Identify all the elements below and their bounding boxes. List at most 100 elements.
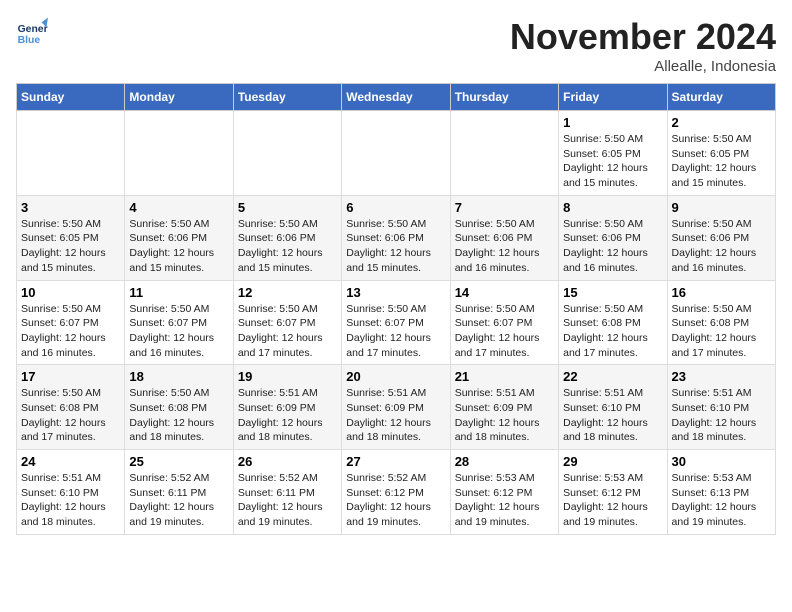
day-cell xyxy=(450,111,558,196)
day-cell: 26Sunrise: 5:52 AM Sunset: 6:11 PM Dayli… xyxy=(233,450,341,535)
header-monday: Monday xyxy=(125,84,233,111)
day-cell: 2 Sunrise: 5:50 AM Sunset: 6:05 PM Daylig… xyxy=(667,111,775,196)
day-number: 25 xyxy=(129,454,228,469)
week-row-3: 17 Sunrise: 5:50 AM Sunset: 6:08 PM Dayli… xyxy=(17,365,776,450)
day-info: Sunrise: 5:52 AM Sunset: 6:12 PM Dayligh… xyxy=(346,471,445,530)
day-number: 13 xyxy=(346,285,445,300)
day-number: 27 xyxy=(346,454,445,469)
page-header: General Blue November 2024 Allealle, Ind… xyxy=(16,16,776,75)
day-cell: 3 Sunrise: 5:50 AM Sunset: 6:05 PM Daylig… xyxy=(17,195,125,280)
header-wednesday: Wednesday xyxy=(342,84,450,111)
day-number: 29 xyxy=(563,454,662,469)
day-info: Sunrise: 5:50 AM Sunset: 6:06 PM Dayligh… xyxy=(346,217,445,276)
day-info: Sunrise: 5:50 AM Sunset: 6:06 PM Dayligh… xyxy=(563,217,662,276)
day-info: Sunrise: 5:50 AM Sunset: 6:05 PM Dayligh… xyxy=(672,132,771,191)
logo-icon: General Blue xyxy=(16,16,48,48)
day-info: Sunrise: 5:53 AM Sunset: 6:13 PM Dayligh… xyxy=(672,471,771,530)
day-number: 26 xyxy=(238,454,337,469)
svg-text:General: General xyxy=(18,24,48,35)
header-sunday: Sunday xyxy=(17,84,125,111)
day-number: 3 xyxy=(21,200,120,215)
day-cell: 24 Sunrise: 5:51 AM Sunset: 6:10 PM Dayli… xyxy=(17,450,125,535)
day-info: Sunrise: 5:50 AM Sunset: 6:07 PM Dayligh… xyxy=(455,302,554,361)
day-cell: 19 Sunrise: 5:51 AM Sunset: 6:09 PM Dayli… xyxy=(233,365,341,450)
header-saturday: Saturday xyxy=(667,84,775,111)
day-cell: 1 Sunrise: 5:50 AM Sunset: 6:05 PM Daylig… xyxy=(559,111,667,196)
calendar-table: SundayMondayTuesdayWednesdayThursdayFrid… xyxy=(16,83,776,535)
day-number: 12 xyxy=(238,285,337,300)
day-number: 2 xyxy=(672,115,771,130)
day-info: Sunrise: 5:50 AM Sunset: 6:07 PM Dayligh… xyxy=(21,302,120,361)
day-info: Sunrise: 5:50 AM Sunset: 6:05 PM Dayligh… xyxy=(563,132,662,191)
day-cell: 6 Sunrise: 5:50 AM Sunset: 6:06 PM Daylig… xyxy=(342,195,450,280)
day-cell: 7 Sunrise: 5:50 AM Sunset: 6:06 PM Daylig… xyxy=(450,195,558,280)
day-info: Sunrise: 5:51 AM Sunset: 6:09 PM Dayligh… xyxy=(346,386,445,445)
day-info: Sunrise: 5:50 AM Sunset: 6:07 PM Dayligh… xyxy=(129,302,228,361)
svg-text:Blue: Blue xyxy=(18,35,41,46)
day-info: Sunrise: 5:50 AM Sunset: 6:06 PM Dayligh… xyxy=(672,217,771,276)
day-cell: 21 Sunrise: 5:51 AM Sunset: 6:09 PM Dayli… xyxy=(450,365,558,450)
day-cell: 9 Sunrise: 5:50 AM Sunset: 6:06 PM Daylig… xyxy=(667,195,775,280)
location: Allealle, Indonesia xyxy=(510,58,776,75)
day-cell xyxy=(125,111,233,196)
day-cell: 17 Sunrise: 5:50 AM Sunset: 6:08 PM Dayli… xyxy=(17,365,125,450)
day-number: 23 xyxy=(672,369,771,384)
day-number: 15 xyxy=(563,285,662,300)
week-row-1: 3 Sunrise: 5:50 AM Sunset: 6:05 PM Daylig… xyxy=(17,195,776,280)
week-row-4: 24 Sunrise: 5:51 AM Sunset: 6:10 PM Dayli… xyxy=(17,450,776,535)
calendar-header: SundayMondayTuesdayWednesdayThursdayFrid… xyxy=(17,84,776,111)
day-info: Sunrise: 5:53 AM Sunset: 6:12 PM Dayligh… xyxy=(455,471,554,530)
day-info: Sunrise: 5:51 AM Sunset: 6:10 PM Dayligh… xyxy=(672,386,771,445)
header-thursday: Thursday xyxy=(450,84,558,111)
day-number: 30 xyxy=(672,454,771,469)
day-number: 16 xyxy=(672,285,771,300)
day-info: Sunrise: 5:50 AM Sunset: 6:08 PM Dayligh… xyxy=(129,386,228,445)
day-info: Sunrise: 5:50 AM Sunset: 6:06 PM Dayligh… xyxy=(455,217,554,276)
day-info: Sunrise: 5:51 AM Sunset: 6:09 PM Dayligh… xyxy=(455,386,554,445)
day-number: 6 xyxy=(346,200,445,215)
day-number: 22 xyxy=(563,369,662,384)
day-cell: 23 Sunrise: 5:51 AM Sunset: 6:10 PM Dayli… xyxy=(667,365,775,450)
day-info: Sunrise: 5:51 AM Sunset: 6:10 PM Dayligh… xyxy=(563,386,662,445)
day-cell: 16 Sunrise: 5:50 AM Sunset: 6:08 PM Dayli… xyxy=(667,280,775,365)
day-cell: 27 Sunrise: 5:52 AM Sunset: 6:12 PM Dayli… xyxy=(342,450,450,535)
day-info: Sunrise: 5:50 AM Sunset: 6:08 PM Dayligh… xyxy=(21,386,120,445)
day-number: 14 xyxy=(455,285,554,300)
day-info: Sunrise: 5:51 AM Sunset: 6:09 PM Dayligh… xyxy=(238,386,337,445)
header-tuesday: Tuesday xyxy=(233,84,341,111)
title-block: November 2024 Allealle, Indonesia xyxy=(510,16,776,75)
day-info: Sunrise: 5:50 AM Sunset: 6:08 PM Dayligh… xyxy=(672,302,771,361)
day-number: 7 xyxy=(455,200,554,215)
day-cell xyxy=(233,111,341,196)
day-cell: 18Sunrise: 5:50 AM Sunset: 6:08 PM Dayli… xyxy=(125,365,233,450)
day-number: 9 xyxy=(672,200,771,215)
day-info: Sunrise: 5:50 AM Sunset: 6:07 PM Dayligh… xyxy=(238,302,337,361)
day-number: 28 xyxy=(455,454,554,469)
day-info: Sunrise: 5:50 AM Sunset: 6:05 PM Dayligh… xyxy=(21,217,120,276)
day-number: 10 xyxy=(21,285,120,300)
month-title: November 2024 xyxy=(510,16,776,58)
day-info: Sunrise: 5:53 AM Sunset: 6:12 PM Dayligh… xyxy=(563,471,662,530)
day-cell: 10 Sunrise: 5:50 AM Sunset: 6:07 PM Dayli… xyxy=(17,280,125,365)
day-number: 17 xyxy=(21,369,120,384)
day-cell: 28 Sunrise: 5:53 AM Sunset: 6:12 PM Dayli… xyxy=(450,450,558,535)
day-info: Sunrise: 5:50 AM Sunset: 6:08 PM Dayligh… xyxy=(563,302,662,361)
day-info: Sunrise: 5:51 AM Sunset: 6:10 PM Dayligh… xyxy=(21,471,120,530)
day-cell: 8Sunrise: 5:50 AM Sunset: 6:06 PM Daylig… xyxy=(559,195,667,280)
day-number: 24 xyxy=(21,454,120,469)
week-row-0: 1 Sunrise: 5:50 AM Sunset: 6:05 PM Daylig… xyxy=(17,111,776,196)
day-info: Sunrise: 5:50 AM Sunset: 6:06 PM Dayligh… xyxy=(238,217,337,276)
day-info: Sunrise: 5:50 AM Sunset: 6:06 PM Dayligh… xyxy=(129,217,228,276)
day-cell xyxy=(17,111,125,196)
day-number: 21 xyxy=(455,369,554,384)
day-number: 1 xyxy=(563,115,662,130)
day-cell: 15 Sunrise: 5:50 AM Sunset: 6:08 PM Dayli… xyxy=(559,280,667,365)
day-cell: 12 Sunrise: 5:50 AM Sunset: 6:07 PM Dayli… xyxy=(233,280,341,365)
day-info: Sunrise: 5:50 AM Sunset: 6:07 PM Dayligh… xyxy=(346,302,445,361)
day-number: 11 xyxy=(129,285,228,300)
day-cell: 5Sunrise: 5:50 AM Sunset: 6:06 PM Daylig… xyxy=(233,195,341,280)
day-cell: 20Sunrise: 5:51 AM Sunset: 6:09 PM Dayli… xyxy=(342,365,450,450)
day-cell: 25Sunrise: 5:52 AM Sunset: 6:11 PM Dayli… xyxy=(125,450,233,535)
day-number: 19 xyxy=(238,369,337,384)
calendar-body: 1 Sunrise: 5:50 AM Sunset: 6:05 PM Daylig… xyxy=(17,111,776,535)
